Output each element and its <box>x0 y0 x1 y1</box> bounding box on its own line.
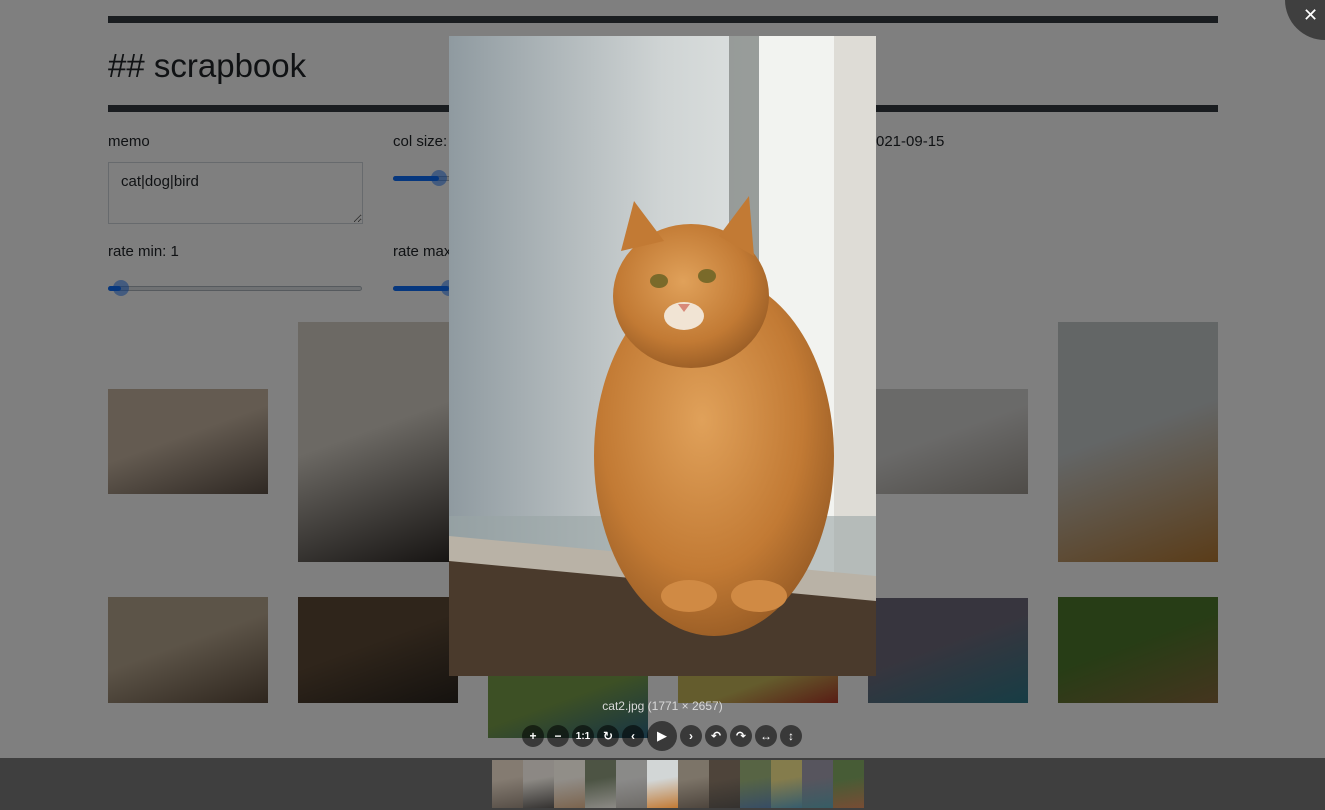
thumbnail-item[interactable] <box>709 760 740 808</box>
next-button[interactable]: › <box>680 725 702 747</box>
thumbnail-item[interactable] <box>647 760 678 808</box>
one-to-one-button[interactable]: 1:1 <box>572 725 594 747</box>
thumbnail-strip <box>492 760 864 808</box>
play-icon: ▶ <box>657 728 667 743</box>
thumbnail-item[interactable] <box>802 760 833 808</box>
rotate-left-icon: ↶ <box>710 729 722 743</box>
zoom-out-button[interactable]: − <box>547 725 569 747</box>
zoom-in-button[interactable]: + <box>522 725 544 747</box>
thumbnail-item[interactable] <box>554 760 585 808</box>
thumbnail-item[interactable] <box>678 760 709 808</box>
thumbnail-item[interactable] <box>771 760 802 808</box>
flip-horizontal-button[interactable]: ↔ <box>755 725 777 747</box>
play-button[interactable]: ▶ <box>647 721 677 751</box>
flip-horizontal-icon: ↔ <box>760 729 772 743</box>
reset-button[interactable]: ↻ <box>597 725 619 747</box>
minus-icon: − <box>554 729 562 743</box>
thumbnail-item[interactable] <box>616 760 647 808</box>
thumbnail-item[interactable] <box>833 760 864 808</box>
plus-icon: + <box>529 729 537 743</box>
flip-vertical-button[interactable]: ↕ <box>780 725 802 747</box>
thumbnail-item[interactable] <box>492 760 523 808</box>
rotate-right-button[interactable]: ↷ <box>730 725 752 747</box>
image-caption: cat2.jpg (1771 × 2657) <box>602 699 723 713</box>
reset-icon: ↻ <box>602 729 614 743</box>
thumbnail-item[interactable] <box>740 760 771 808</box>
viewer-toolbar: + − 1:1 ↻ ‹ ▶ › ↶ ↷ ↔ ↕ <box>522 721 802 751</box>
chevron-right-icon: › <box>689 729 693 743</box>
rotate-right-icon: ↷ <box>735 729 747 743</box>
one-to-one-icon: 1:1 <box>575 730 591 742</box>
thumbnail-item[interactable] <box>523 760 554 808</box>
chevron-left-icon: ‹ <box>631 729 635 743</box>
thumbnail-item[interactable] <box>585 760 616 808</box>
viewer-image[interactable] <box>449 36 876 676</box>
close-icon: ✕ <box>1303 5 1319 25</box>
orange-cat-photo <box>449 36 876 676</box>
rotate-left-button[interactable]: ↶ <box>705 725 727 747</box>
viewer-navbar <box>0 758 1325 810</box>
flip-vertical-icon: ↕ <box>788 729 794 743</box>
prev-button[interactable]: ‹ <box>622 725 644 747</box>
